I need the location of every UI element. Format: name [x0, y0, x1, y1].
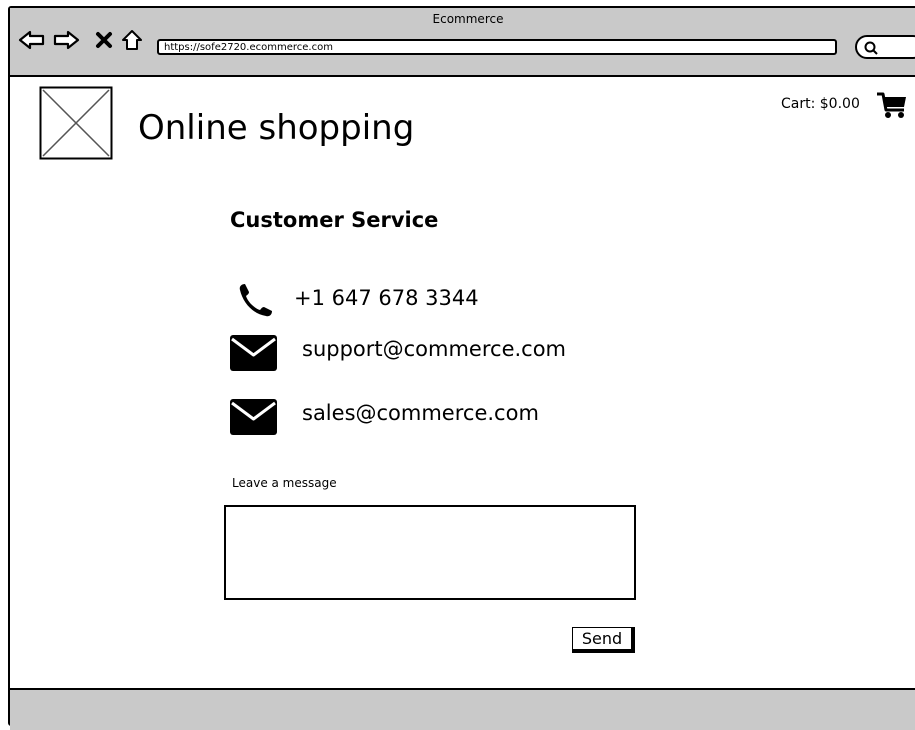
forward-icon[interactable] — [52, 28, 80, 52]
phone-icon — [236, 282, 276, 326]
message-label: Leave a message — [232, 476, 337, 490]
send-button[interactable]: Send — [572, 627, 635, 653]
support-email[interactable]: support@commerce.com — [302, 337, 566, 361]
phone-number[interactable]: +1 647 678 3344 — [294, 286, 479, 310]
site-title: Online shopping — [138, 108, 415, 148]
search-icon — [864, 41, 878, 55]
sales-email[interactable]: sales@commerce.com — [302, 401, 539, 425]
browser-search-field[interactable] — [855, 35, 915, 59]
window-title: Ecommerce — [432, 12, 504, 26]
home-icon[interactable] — [118, 28, 146, 52]
customer-service-heading: Customer Service — [230, 208, 439, 232]
message-textarea[interactable] — [224, 505, 636, 600]
browser-statusbar — [10, 688, 915, 730]
envelope-icon — [230, 397, 278, 441]
envelope-icon — [230, 333, 278, 377]
back-icon[interactable] — [18, 28, 46, 52]
cart-total[interactable]: Cart: $0.00 — [781, 96, 860, 112]
stop-icon[interactable] — [90, 28, 118, 52]
browser-titlebar: Ecommerce — [10, 8, 915, 77]
cart-icon[interactable] — [876, 90, 908, 124]
address-bar[interactable] — [157, 39, 837, 55]
logo-placeholder-icon — [39, 86, 113, 160]
